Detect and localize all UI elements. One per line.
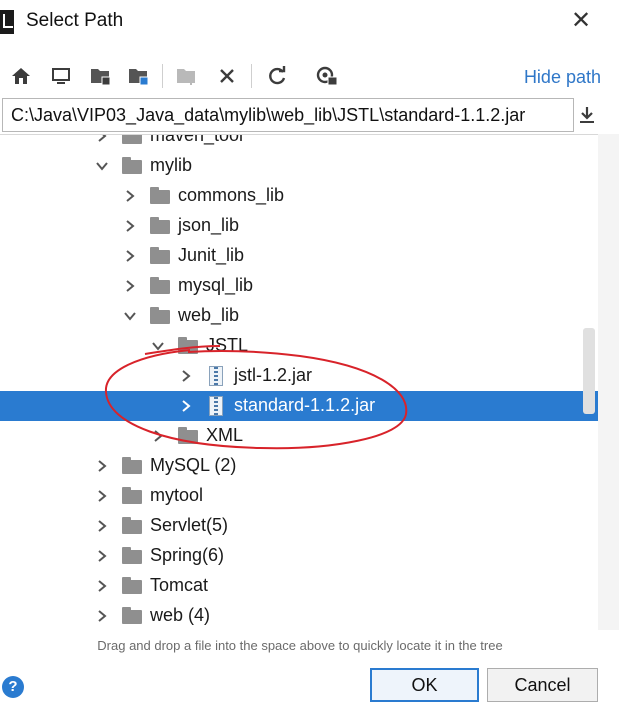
chevron-right-icon[interactable] (94, 578, 110, 594)
refresh-icon[interactable] (264, 62, 290, 90)
folder-icon (150, 187, 170, 205)
chevron-down-icon[interactable] (94, 158, 110, 174)
jar-file-icon (206, 366, 226, 386)
tree-row-label: jstl-1.2.jar (234, 365, 313, 385)
tree-row[interactable]: JSTL (0, 331, 598, 361)
tree-row[interactable]: Spring(6) (0, 541, 598, 571)
chevron-right-icon[interactable] (178, 368, 194, 384)
tree-row[interactable]: mylib (0, 151, 598, 181)
tree-row-label: Tomcat (150, 575, 209, 595)
folder-icon (178, 337, 198, 355)
tree-row-label: MySQL (2) (150, 455, 237, 475)
chevron-right-icon[interactable] (122, 218, 138, 234)
chevron-right-icon[interactable] (94, 458, 110, 474)
tree-row-label: maven_tool (150, 134, 244, 145)
tree-row-label: Spring(6) (150, 545, 225, 565)
tree-row-label: commons_lib (178, 185, 285, 205)
tree-row-label: Servlet(5) (150, 515, 229, 535)
folder-icon (178, 427, 198, 445)
folder-icon (122, 577, 142, 595)
chevron-right-icon[interactable] (94, 518, 110, 534)
help-icon[interactable]: ? (2, 676, 24, 698)
tree-row-selected[interactable]: standard-1.1.2.jar (0, 391, 598, 421)
close-button[interactable]: ✕ (568, 8, 594, 34)
path-input[interactable]: C:\Java\VIP03_Java_data\mylib\web_lib\JS… (2, 98, 574, 132)
folder-icon (150, 217, 170, 235)
tree-row[interactable]: Junit_lib (0, 241, 598, 271)
file-tree[interactable]: maven_toolmylib commons_lib json_lib Junit_… (0, 134, 598, 630)
tree-row-label: XML (206, 425, 244, 445)
desktop-icon[interactable] (48, 62, 74, 90)
new-folder-icon[interactable] (174, 62, 200, 90)
module-folder-icon[interactable] (126, 62, 152, 90)
scrollbar-track[interactable] (598, 134, 619, 630)
delete-icon[interactable] (214, 62, 240, 90)
folder-icon (150, 247, 170, 265)
tree-row-label: json_lib (178, 215, 240, 235)
folder-icon (122, 157, 142, 175)
folder-icon (150, 277, 170, 295)
chevron-right-icon[interactable] (94, 488, 110, 504)
tree-row-label: Junit_lib (178, 245, 245, 265)
tree-row-label: mysql_lib (178, 275, 254, 295)
chevron-right-icon[interactable] (122, 188, 138, 204)
chevron-right-icon[interactable] (94, 134, 110, 144)
chevron-down-icon[interactable] (150, 338, 166, 354)
tree-row[interactable]: Tomcat (0, 571, 598, 601)
dialog-footer: ? OK Cancel (0, 658, 619, 706)
folder-icon (122, 517, 142, 535)
show-hidden-icon[interactable] (314, 62, 340, 90)
drag-drop-hint: Drag and drop a file into the space abov… (97, 638, 503, 653)
tree-row[interactable]: Servlet(5) (0, 511, 598, 541)
toolbar-separator (251, 64, 252, 88)
folder-icon (122, 487, 142, 505)
tree-row[interactable]: mysql_lib (0, 271, 598, 301)
chevron-right-icon[interactable] (178, 398, 194, 414)
window-title: Select Path (26, 10, 124, 31)
tree-row[interactable]: MySQL (2) (0, 451, 598, 481)
tree-row-label: JSTL (206, 335, 249, 355)
folder-icon (150, 307, 170, 325)
tree-row-label: standard-1.1.2.jar (234, 395, 376, 415)
tree-row-label: web (4) (150, 605, 211, 625)
download-icon[interactable] (576, 102, 598, 128)
chevron-right-icon[interactable] (94, 608, 110, 624)
title-bar: Select Path ✕ (0, 0, 619, 48)
tree-row[interactable]: json_lib (0, 211, 598, 241)
chevron-right-icon[interactable] (122, 248, 138, 264)
folder-icon (122, 135, 142, 145)
path-bar: C:\Java\VIP03_Java_data\mylib\web_lib\JS… (0, 98, 619, 134)
tree-row[interactable]: XML (0, 421, 598, 451)
tree-row-label: mytool (150, 485, 204, 505)
home-icon[interactable] (8, 62, 34, 90)
folder-icon (122, 457, 142, 475)
intellij-app-icon (0, 10, 14, 34)
ok-button[interactable]: OK (370, 668, 479, 702)
tree-row[interactable]: mytool (0, 481, 598, 511)
hide-path-link[interactable]: Hide path (524, 67, 601, 88)
chevron-right-icon[interactable] (94, 548, 110, 564)
toolbar-separator (162, 64, 163, 88)
tree-row[interactable]: jstl-1.2.jar (0, 361, 598, 391)
tree-row[interactable]: web_lib (0, 301, 598, 331)
toolbar: Hide path (0, 58, 619, 96)
cancel-button[interactable]: Cancel (487, 668, 598, 702)
tree-row[interactable]: maven_tool (0, 134, 598, 151)
tree-row[interactable]: web (4) (0, 601, 598, 630)
tree-row-label: mylib (150, 155, 193, 175)
chevron-right-icon[interactable] (150, 428, 166, 444)
tree-row-label: web_lib (178, 305, 240, 325)
project-folder-icon[interactable] (88, 62, 114, 90)
folder-icon (122, 547, 142, 565)
scrollbar-thumb[interactable] (583, 328, 595, 414)
chevron-down-icon[interactable] (122, 308, 138, 324)
chevron-right-icon[interactable] (122, 278, 138, 294)
tree-row[interactable]: commons_lib (0, 181, 598, 211)
folder-icon (122, 607, 142, 625)
jar-file-icon (206, 396, 226, 416)
